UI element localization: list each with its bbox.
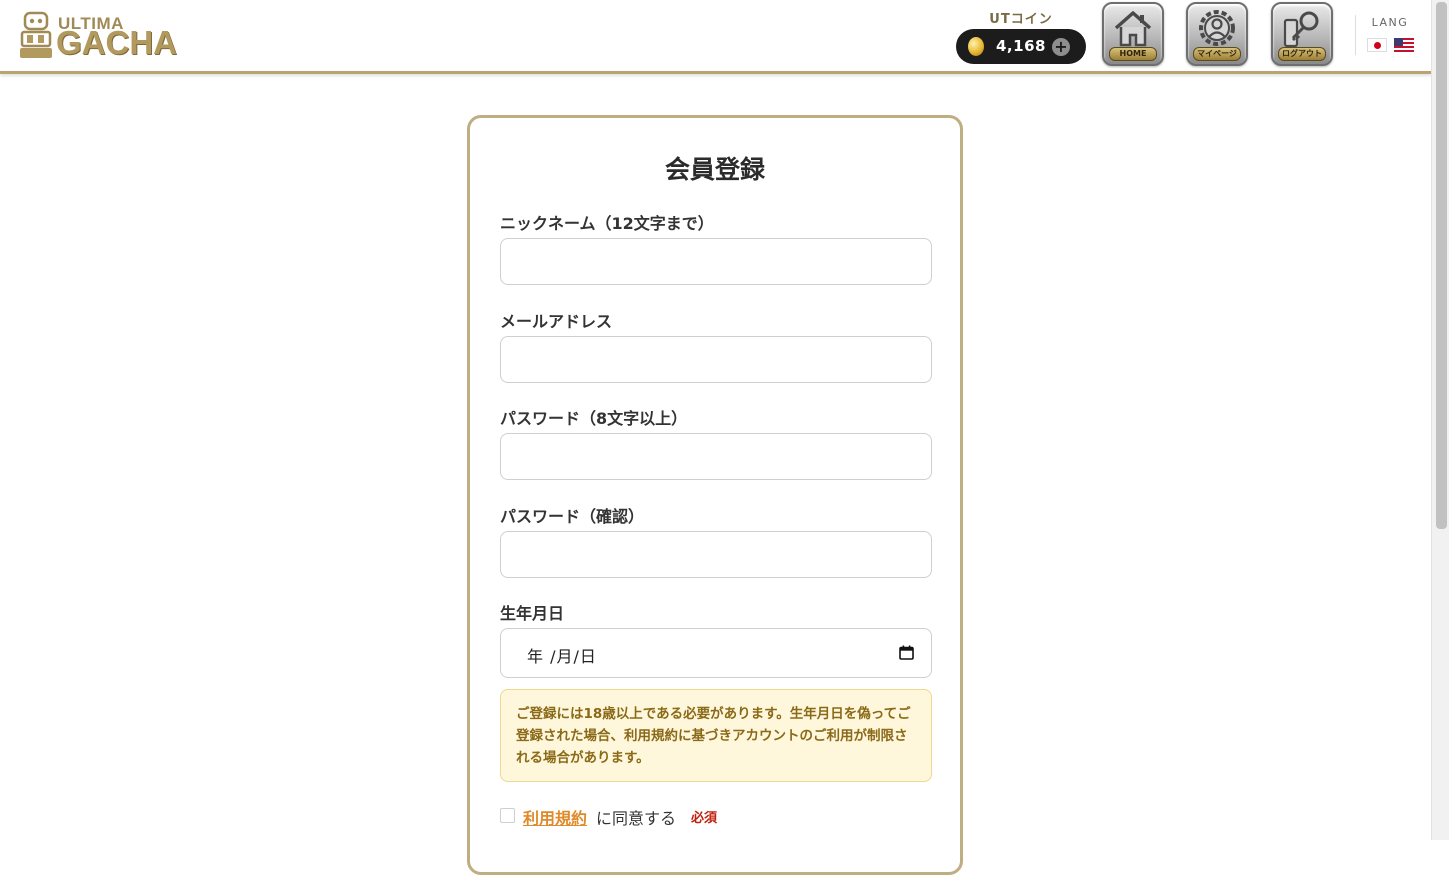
nickname-label: ニックネーム（12文字まで） [500,214,714,233]
logo-text-main: GACHA [56,24,177,61]
us-flag-icon[interactable] [1394,38,1414,52]
mypage-button[interactable]: マイページ [1186,2,1248,66]
house-icon [1114,11,1152,47]
coin-balance: 4,168 + [956,29,1086,64]
logout-button-label: ログアウト [1278,47,1326,61]
page-title: 会員登録 [664,155,765,184]
coin-icon [968,37,984,56]
password-label: パスワード（8文字以上） [500,409,688,428]
registration-form: 会員登録 ニックネーム（12文字まで） メールアドレス パスワード（8文字以上）… [467,115,963,875]
birthdate-placeholder: 年 /月/日 [527,647,597,666]
coin-amount: 4,168 [996,37,1046,55]
logout-button[interactable]: ログアウト [1271,2,1333,66]
nickname-input[interactable] [500,238,932,285]
password-input[interactable] [500,433,932,480]
email-input[interactable] [500,336,932,383]
lang-divider [1355,15,1356,55]
home-button[interactable]: HOME [1102,2,1164,66]
ultima-gacha-logo[interactable]: ULTIMA GACHA [18,10,188,62]
password-confirm-label: パスワード（確認） [500,507,645,526]
scrollbar-thumb[interactable] [1436,2,1447,529]
password-confirm-input[interactable] [500,531,932,578]
terms-agree-checkbox[interactable] [500,808,515,823]
age-requirement-notice: ご登録には18歳以上である必要があります。生年月日を偽ってご登録された場合、利用… [500,689,932,782]
terms-agreement-row: 利用規約 に同意する 必須 [500,805,932,829]
calendar-icon[interactable] [899,645,914,660]
email-label: メールアドレス [500,312,613,331]
key-icon [1283,11,1319,48]
coin-balance-label: UTコイン [989,12,1053,27]
lang-label: LANG [1371,16,1409,29]
jp-flag-icon[interactable] [1367,38,1387,52]
birthdate-label: 生年月日 [500,604,565,623]
terms-of-service-link[interactable]: 利用規約 [523,805,587,829]
mypage-button-label: マイページ [1193,47,1241,61]
home-button-label: HOME [1109,47,1157,61]
page-scrollbar[interactable] [1431,0,1449,840]
site-header: ULTIMA GACHA UTコイン 4,168 + HOME マイページ ログ… [0,0,1431,74]
agree-text: に同意する [596,809,677,828]
user-gear-icon [1199,10,1235,46]
birthdate-input[interactable]: 年 /月/日 [500,628,932,678]
add-coins-button[interactable]: + [1052,38,1070,56]
required-badge: 必須 [691,811,718,826]
robot-logo-icon [20,11,52,58]
